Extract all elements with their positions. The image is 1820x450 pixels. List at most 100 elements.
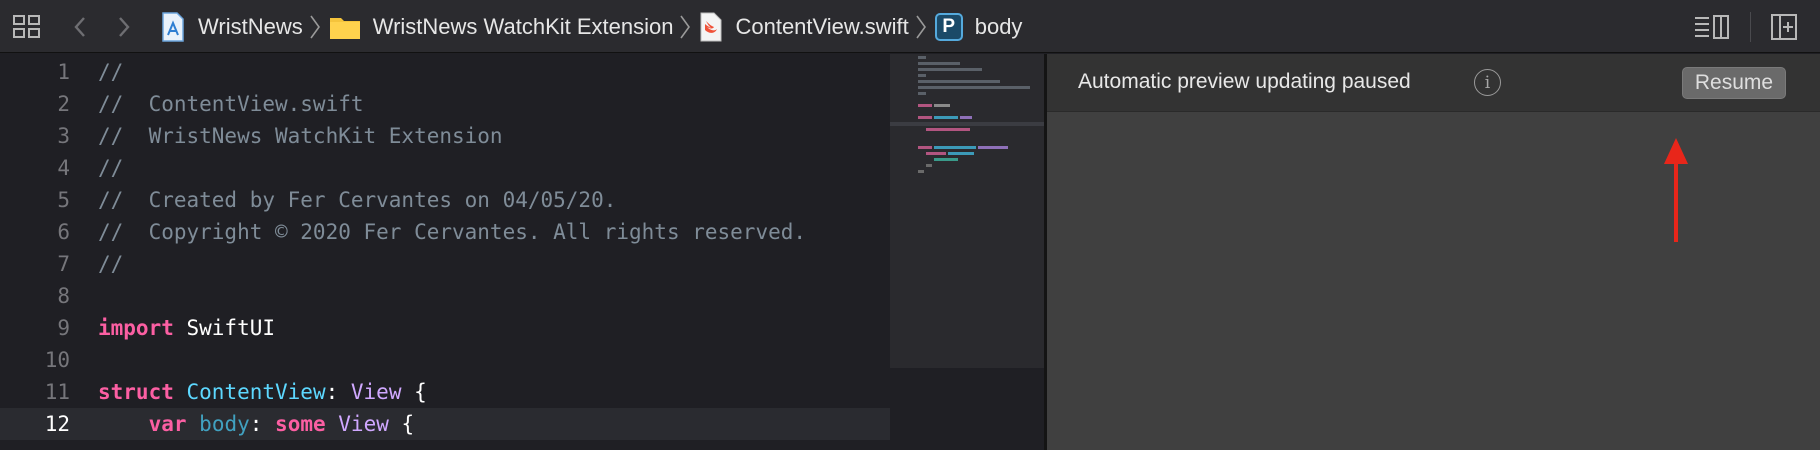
breadcrumb: WristNews WristNews WatchKit Extension C… (160, 0, 1022, 53)
toolbar-divider (1750, 12, 1751, 42)
line-number: 2 (57, 92, 70, 116)
folder-icon (329, 14, 361, 40)
add-editor-icon[interactable] (1768, 0, 1800, 53)
line-number: 6 (57, 220, 70, 244)
code-line[interactable]: 8 (0, 280, 890, 312)
chevron-right-icon (915, 14, 927, 40)
xcode-project-icon (160, 11, 186, 42)
line-number: 10 (44, 348, 70, 372)
breadcrumb-file[interactable]: ContentView.swift (699, 0, 909, 53)
breadcrumb-symbol[interactable]: P body (934, 0, 1023, 53)
code-token: { (401, 380, 427, 404)
code-text[interactable]: // (98, 152, 123, 184)
code-line[interactable]: 12 var body: some View { (0, 408, 890, 440)
line-number: 7 (57, 252, 70, 276)
code-line[interactable]: 9 import SwiftUI (0, 312, 890, 344)
code-line[interactable]: 5 // Created by Fer Cervantes on 04/05/20… (0, 184, 890, 216)
code-line[interactable]: 7 // (0, 248, 890, 280)
code-token: View (338, 412, 389, 436)
breadcrumb-project[interactable]: WristNews (160, 0, 303, 53)
code-token: : (325, 380, 351, 404)
minimap-line (948, 152, 974, 155)
minimap-line (918, 80, 1000, 83)
code-text[interactable]: // ContentView.swift (98, 88, 364, 120)
preview-paused-message: Automatic preview updating paused (1078, 70, 1411, 93)
line-number: 5 (57, 188, 70, 212)
chevron-right-icon (679, 14, 691, 40)
back-arrow-icon[interactable] (68, 0, 92, 53)
minimap-line (926, 128, 970, 131)
line-number: 9 (57, 316, 70, 340)
minimap-line (934, 104, 950, 107)
info-icon[interactable]: i (1474, 69, 1501, 96)
minimap-line (934, 116, 958, 119)
line-number: 12 (44, 412, 70, 436)
minimap-line (918, 146, 932, 149)
code-token: // ContentView.swift (98, 92, 364, 116)
minimap-line (934, 158, 958, 161)
code-token: // (98, 252, 124, 276)
minimap-line (918, 74, 926, 77)
code-line[interactable]: 3 // WristNews WatchKit Extension (0, 120, 890, 152)
code-line[interactable]: 2 // ContentView.swift (0, 88, 890, 120)
code-token: // (98, 60, 124, 84)
code-line[interactable]: 10 (0, 344, 890, 376)
breadcrumb-file-label: ContentView.swift (735, 13, 909, 39)
code-token: // WristNews WatchKit Extension (98, 124, 503, 148)
code-text[interactable]: // (98, 248, 123, 280)
code-line[interactable]: 1 // (0, 56, 890, 88)
code-token: // (98, 156, 124, 180)
code-token: { (388, 412, 415, 436)
code-text[interactable]: import SwiftUI (98, 312, 275, 344)
breadcrumb-symbol-label: body (974, 13, 1023, 39)
code-token: View (350, 380, 402, 404)
property-badge: P (934, 12, 963, 41)
resume-button[interactable]: Resume (1682, 67, 1786, 99)
code-token: // Copyright © 2020 Fer Cervantes. All r… (98, 220, 807, 244)
code-text[interactable]: // (98, 56, 123, 88)
code-text[interactable]: var body: some View { (98, 408, 415, 440)
line-number: 8 (57, 284, 70, 308)
chevron-right-icon (309, 14, 321, 40)
code-token: SwiftUI (173, 316, 276, 340)
minimap-current-line (890, 122, 1044, 126)
forward-arrow-icon[interactable] (112, 0, 136, 53)
code-token: // Created by Fer Cervantes on 04/05/20. (98, 188, 617, 212)
code-text[interactable]: // Copyright © 2020 Fer Cervantes. All r… (98, 216, 806, 248)
minimap-line (918, 116, 932, 119)
breadcrumb-group[interactable]: WristNews WatchKit Extension (329, 0, 674, 53)
line-number: 1 (57, 60, 70, 84)
minimap-line (918, 62, 960, 65)
preview-canvas[interactable]: Automatic preview updating paused i Resu… (1044, 54, 1820, 450)
code-text[interactable]: struct ContentView: View { (98, 376, 427, 408)
code-line[interactable]: 6 // Copyright © 2020 Fer Cervantes. All … (0, 216, 890, 248)
breadcrumb-group-label: WristNews WatchKit Extension (372, 13, 674, 39)
code-line[interactable]: 11 struct ContentView: View { (0, 376, 890, 408)
code-token: struct (98, 380, 174, 404)
minimap[interactable] (890, 54, 1044, 368)
swift-file-icon (699, 12, 723, 42)
line-number: 11 (44, 380, 70, 404)
minimap-empty-area (890, 368, 1044, 450)
preview-status-bar: Automatic preview updating paused i Resu… (1047, 54, 1820, 112)
minimap-line (918, 170, 924, 173)
code-text[interactable]: // Created by Fer Cervantes on 04/05/20. (98, 184, 616, 216)
minimap-line (926, 152, 946, 155)
code-token: some (275, 412, 326, 436)
code-token: import (98, 316, 174, 340)
line-number: 4 (57, 156, 70, 180)
minimap-line (960, 116, 972, 119)
code-line[interactable]: 4 // (0, 152, 890, 184)
minimap-line (934, 146, 976, 149)
property-icon: P (934, 12, 963, 41)
code-token: : (249, 412, 276, 436)
related-items-icon[interactable] (10, 0, 44, 53)
code-text[interactable]: // WristNews WatchKit Extension (98, 120, 503, 152)
editor-options-icon[interactable] (1692, 0, 1732, 53)
source-editor[interactable]: 1 // 2 // ContentView.swift 3 // WristNews Wa… (0, 54, 890, 450)
code-token: ContentView (186, 380, 326, 404)
minimap-line (918, 68, 982, 71)
